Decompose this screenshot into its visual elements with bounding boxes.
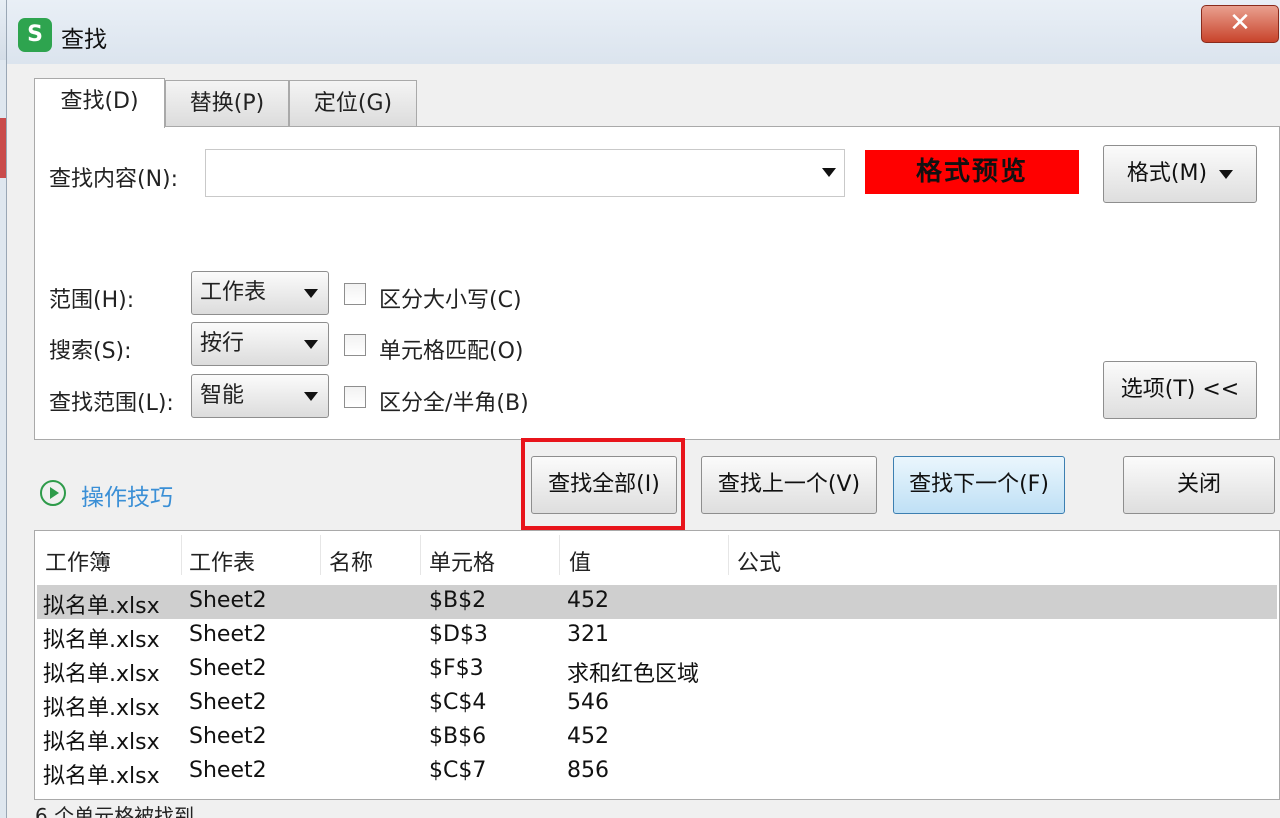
cell-workbook: 拟名单.xlsx (43, 628, 160, 653)
search-order-label: 搜索(S): (49, 339, 132, 364)
cell-workbook: 拟名单.xlsx (43, 764, 160, 789)
chevron-down-icon (304, 340, 318, 349)
column-header-workbook[interactable]: 工作簿 (45, 545, 111, 577)
format-button[interactable]: 格式(M) (1103, 145, 1257, 203)
cell-sheet: Sheet2 (189, 656, 267, 681)
highlight-annotation (521, 438, 685, 530)
cell-sheet: Sheet2 (189, 758, 267, 783)
cell-address: $F$3 (429, 656, 484, 681)
match-case-checkbox[interactable] (344, 283, 366, 305)
close-icon: ✕ (1229, 8, 1251, 38)
chevron-down-icon (1219, 169, 1234, 179)
tab-find[interactable]: 查找(D) (34, 78, 165, 128)
cell-address: $B$2 (429, 588, 487, 613)
scope-value: 工作表 (200, 280, 267, 305)
cell-address: $C$4 (429, 690, 487, 715)
close-window-button[interactable]: ✕ (1201, 5, 1279, 43)
window-title: 查找 (61, 27, 107, 53)
cell-value: 452 (567, 588, 609, 613)
look-in-select[interactable]: 智能 (191, 374, 329, 418)
find-previous-button[interactable]: 查找上一个(V) (701, 456, 877, 514)
cell-sheet: Sheet2 (189, 622, 267, 647)
search-order-value: 按行 (200, 331, 245, 356)
cell-value: 546 (567, 690, 609, 715)
chevron-down-icon (304, 392, 318, 401)
format-preview: 格式预览 (865, 150, 1079, 194)
find-content-label: 查找内容(N): (49, 167, 179, 192)
table-row[interactable]: 拟名单.xlsx Sheet2 $D$3 321 (37, 619, 1277, 653)
tab-goto[interactable]: 定位(G) (289, 80, 417, 126)
options-toggle-button[interactable]: 选项(T) << (1103, 361, 1257, 419)
cell-sheet: Sheet2 (189, 690, 267, 715)
cell-value: 求和红色区域 (567, 662, 700, 687)
match-width-label[interactable]: 区分全/半角(B) (379, 385, 529, 417)
cell-value: 856 (567, 758, 609, 783)
find-next-button[interactable]: 查找下一个(F) (893, 456, 1065, 514)
find-content-input[interactable] (205, 149, 845, 197)
scope-label: 范围(H): (49, 288, 135, 313)
cell-workbook: 拟名单.xlsx (43, 730, 160, 755)
column-header-sheet[interactable]: 工作表 (189, 545, 255, 577)
match-case-label[interactable]: 区分大小写(C) (379, 282, 522, 314)
cell-workbook: 拟名单.xlsx (43, 662, 160, 687)
tips-link[interactable]: 操作技巧 (81, 478, 173, 512)
match-width-checkbox[interactable] (344, 386, 366, 408)
column-divider (320, 535, 321, 575)
look-in-label: 查找范围(L): (49, 391, 174, 416)
table-row[interactable]: 拟名单.xlsx Sheet2 $B$2 452 (37, 585, 1277, 619)
cell-workbook: 拟名单.xlsx (43, 696, 160, 721)
column-divider (728, 535, 729, 575)
table-row[interactable]: 拟名单.xlsx Sheet2 $B$6 452 (37, 721, 1277, 755)
cell-address: $C$7 (429, 758, 487, 783)
results-list[interactable]: 工作簿 工作表 名称 单元格 值 公式 拟名单.xlsx Sheet2 $B$2… (34, 530, 1280, 800)
scope-select[interactable]: 工作表 (191, 271, 329, 315)
cell-address: $D$3 (429, 622, 488, 647)
cell-value: 452 (567, 724, 609, 749)
cell-workbook: 拟名单.xlsx (43, 594, 160, 619)
format-button-label: 格式(M) (1126, 161, 1208, 186)
column-divider (559, 535, 560, 575)
chevron-down-icon (304, 289, 318, 298)
column-header-name[interactable]: 名称 (329, 545, 373, 577)
chevron-down-icon[interactable] (822, 168, 836, 177)
tab-replace[interactable]: 替换(P) (165, 80, 289, 126)
find-dialog: S 查找 ✕ 查找(D) 替换(P) 定位(G) 查找内容(N): 格式预览 格… (6, 0, 1280, 818)
table-row[interactable]: 拟名单.xlsx Sheet2 $F$3 求和红色区域 (37, 653, 1277, 687)
cell-value: 321 (567, 622, 609, 647)
search-order-select[interactable]: 按行 (191, 322, 329, 366)
column-divider (181, 535, 182, 575)
cell-address: $B$6 (429, 724, 487, 749)
column-header-value[interactable]: 值 (569, 545, 591, 577)
close-button[interactable]: 关闭 (1123, 456, 1275, 514)
column-header-formula[interactable]: 公式 (737, 545, 781, 577)
column-divider (420, 535, 421, 575)
cell-sheet: Sheet2 (189, 724, 267, 749)
match-cell-label[interactable]: 单元格匹配(O) (379, 333, 523, 365)
wps-spreadsheet-icon: S (18, 18, 52, 52)
match-cell-checkbox[interactable] (344, 334, 366, 356)
cell-sheet: Sheet2 (189, 588, 267, 613)
title-bar[interactable]: S 查找 ✕ (7, 0, 1280, 64)
play-circle-icon[interactable] (40, 480, 66, 506)
look-in-value: 智能 (200, 383, 245, 408)
column-header-cell[interactable]: 单元格 (429, 545, 495, 577)
status-text: 6 个单元格被找到 (35, 804, 195, 818)
table-row[interactable]: 拟名单.xlsx Sheet2 $C$7 856 (37, 755, 1277, 789)
table-row[interactable]: 拟名单.xlsx Sheet2 $C$4 546 (37, 687, 1277, 721)
